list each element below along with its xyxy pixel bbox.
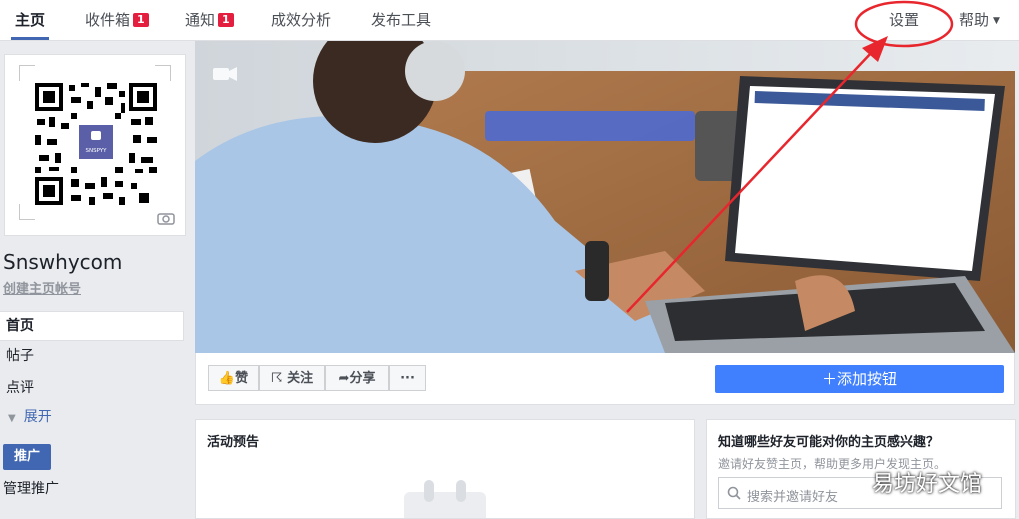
camera-icon[interactable] [157,211,175,225]
sidebar-item-expand[interactable]: ▼ 展开 [0,403,183,431]
page-action-bar: 👍赞 ☈ 关注 ➦分享 ··· ＋添加按钮 [195,353,1015,405]
follow-button[interactable]: ☈ 关注 [259,365,325,391]
plus-icon: ＋ [821,370,837,388]
tab-publishing-tools[interactable]: 发布工具 [371,0,431,40]
add-button-label: 添加按钮 [837,370,898,388]
triangle-down-icon: ▼ [8,413,16,424]
like-button[interactable]: 👍赞 [208,365,259,391]
tab-home-label: 主页 [15,11,46,29]
sidebar-item-label: 帖子 [6,348,34,364]
help-menu[interactable]: 帮助 ▼ [959,0,1000,40]
sidebar-item-label: 展开 [23,409,52,425]
cover-image [195,41,1015,353]
watermark-text: 易坊好文馆 [872,472,983,497]
more-button[interactable]: ··· [389,365,426,391]
share-label: 分享 [349,371,376,386]
tab-home[interactable]: 主页 [10,0,50,40]
like-label: 赞 [235,371,249,386]
tab-notifications[interactable]: 通知 1 [185,0,234,40]
events-title: 活动预告 [207,435,260,450]
inbox-badge: 1 [133,13,149,27]
tab-inbox-label: 收件箱 [85,11,131,29]
follow-label: 关注 [287,371,314,386]
thumbs-up-icon: 👍 [218,371,236,386]
manage-promotions-link[interactable]: 管理推广 [3,478,59,498]
sidebar-item-label: 点评 [6,380,34,396]
events-card: 活动预告 [195,419,695,519]
tab-insights[interactable]: 成效分析 [271,0,331,40]
promote-button[interactable]: 推广 [3,444,51,470]
tab-notifications-label: 通知 [185,11,216,29]
calendar-icon [404,480,486,518]
profile-picture[interactable]: SNSPYY [4,54,186,236]
caret-down-icon: ▼ [993,16,1000,26]
top-navigation: 主页 收件箱 1 通知 1 成效分析 发布工具 设置 帮助 ▼ [0,0,1019,41]
add-button-cta[interactable]: ＋添加按钮 [715,365,1004,393]
cover-photo[interactable] [195,41,1015,353]
sidebar-item-posts[interactable]: 帖子 [0,342,183,370]
sidebar-item-reviews[interactable]: 点评 [0,374,183,402]
sidebar-item-label: 首页 [6,318,34,334]
invite-title: 知道哪些好友可能对你的主页感兴趣？ [718,435,940,450]
more-label: ··· [400,371,415,386]
help-label: 帮助 [959,11,990,29]
tab-inbox[interactable]: 收件箱 1 [85,0,149,40]
share-arrow-icon: ➦ [338,371,350,386]
sidebar-item-home[interactable]: 首页 [0,311,184,341]
frame-corners [19,65,171,220]
share-button[interactable]: ➦分享 [325,365,389,391]
search-icon [727,486,741,500]
tab-publishing-tools-label: 发布工具 [371,11,432,29]
search-placeholder: 搜索并邀请好友 [747,490,839,505]
rss-icon: ☈ [270,371,283,386]
settings-label: 设置 [889,11,920,29]
page-name: Snswhycom [3,250,123,274]
notifications-badge: 1 [218,13,234,27]
tab-insights-label: 成效分析 [271,11,332,29]
settings-link[interactable]: 设置 [889,0,919,40]
create-username-link[interactable]: 创建主页帐号 [3,278,81,297]
